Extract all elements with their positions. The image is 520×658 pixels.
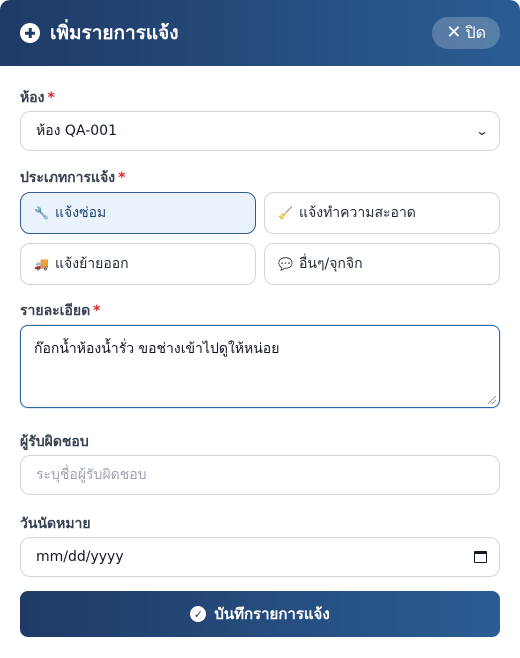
- type-option-label: แจ้งทำความสะอาด: [299, 205, 416, 221]
- required-mark: *: [118, 170, 126, 186]
- add-request-modal: เพิ่มรายการแจ้ง ✕ ปิด ห้อง * ห้อง QA-001 …: [0, 0, 520, 658]
- type-option-cleaning[interactable]: 🧹 แจ้งทำความสะอาด: [264, 192, 500, 234]
- assignee-input[interactable]: ระบุชื่อผู้รับผิดชอบ: [20, 455, 500, 495]
- save-request-label: บันทึกรายการแจ้ง: [214, 605, 330, 623]
- room-select-value: ห้อง QA-001: [36, 123, 117, 139]
- close-button[interactable]: ✕ ปิด: [432, 17, 500, 49]
- detail-textarea[interactable]: ก๊อกน้ำห้องน้ำรั่ว ขอช่างเข้าไปดูให้หน่อ…: [20, 325, 500, 408]
- date-placeholder: mm/dd/yyyy: [36, 549, 124, 565]
- chevron-down-icon: ⌄: [475, 124, 489, 138]
- modal-title: เพิ่มรายการแจ้ง: [50, 22, 179, 44]
- type-option-label: แจ้งซ่อม: [55, 205, 107, 221]
- assignee-placeholder: ระบุชื่อผู้รับผิดชอบ: [36, 467, 147, 483]
- close-label: ปิด: [465, 22, 486, 42]
- type-option-label: อื่นๆ/จุกจิก: [299, 256, 363, 272]
- type-label: ประเภทการแจ้ง *: [20, 170, 126, 186]
- broom-icon: 🧹: [278, 206, 293, 220]
- appointment-date-input[interactable]: mm/dd/yyyy: [20, 537, 500, 577]
- modal-header: เพิ่มรายการแจ้ง ✕ ปิด: [0, 0, 520, 66]
- plus-circle-icon: [20, 23, 40, 43]
- speech-bubble-icon: 💬: [278, 257, 293, 271]
- calendar-icon[interactable]: [474, 551, 487, 563]
- type-options: 🔧 แจ้งซ่อม 🧹 แจ้งทำความสะอาด 🚚 แจ้งย้ายอ…: [20, 192, 500, 285]
- room-select[interactable]: ห้อง QA-001 ⌄: [20, 111, 500, 151]
- appointment-label: วันนัดหมาย: [20, 516, 91, 532]
- detail-label: รายละเอียด *: [20, 303, 101, 319]
- type-option-label: แจ้งย้ายออก: [55, 256, 129, 272]
- assignee-label: ผู้รับผิดชอบ: [20, 434, 89, 450]
- type-option-repair[interactable]: 🔧 แจ้งซ่อม: [20, 192, 256, 234]
- resize-handle-icon[interactable]: [488, 396, 496, 404]
- truck-icon: 🚚: [34, 257, 49, 271]
- required-mark: *: [47, 90, 55, 106]
- detail-text: ก๊อกน้ำห้องน้ำรั่ว ขอช่างเข้าไปดูให้หน่อ…: [34, 341, 280, 357]
- save-request-button[interactable]: ✓ บันทึกรายการแจ้ง: [20, 591, 500, 637]
- room-label: ห้อง *: [20, 90, 55, 106]
- header-title-group: เพิ่มรายการแจ้ง: [20, 18, 179, 48]
- wrench-icon: 🔧: [34, 206, 49, 220]
- required-mark: *: [93, 303, 101, 319]
- type-option-move-out[interactable]: 🚚 แจ้งย้ายออก: [20, 243, 256, 285]
- check-circle-icon: ✓: [190, 606, 207, 622]
- type-option-other[interactable]: 💬 อื่นๆ/จุกจิก: [264, 243, 500, 285]
- close-icon: ✕: [446, 22, 462, 43]
